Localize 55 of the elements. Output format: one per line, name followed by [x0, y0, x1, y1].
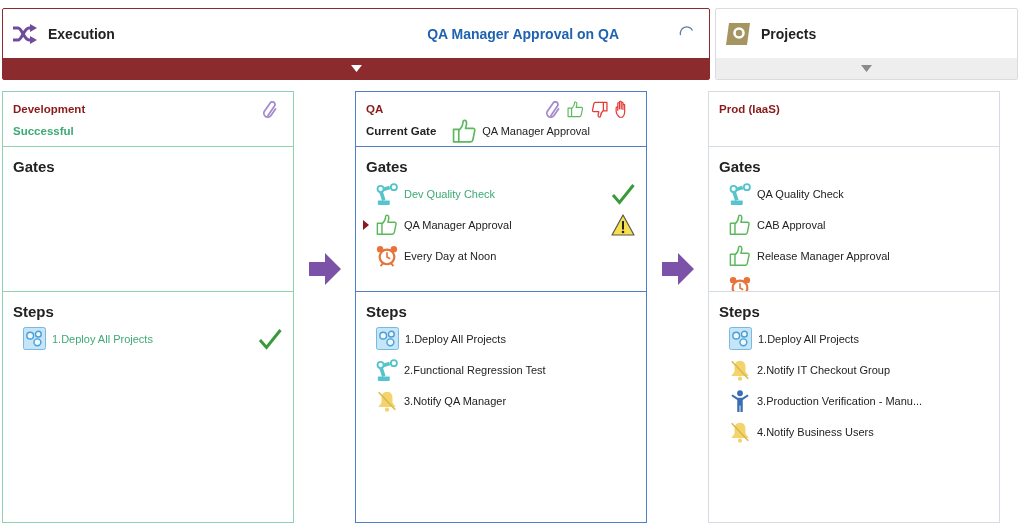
tab-title: Execution — [48, 25, 115, 42]
arrow-icon — [308, 253, 341, 285]
circles-tile-icon — [23, 327, 46, 350]
step-label[interactable]: 3.Notify QA Manager — [404, 394, 507, 407]
robot-arm-icon — [376, 358, 398, 381]
section-heading: Steps — [719, 302, 760, 322]
thumbs-up-icon — [452, 118, 478, 144]
thumbs-down-icon[interactable] — [591, 100, 608, 118]
stage-name: QA — [366, 103, 384, 115]
caret-icon — [861, 65, 872, 72]
stage-name: Prod (IaaS) — [719, 103, 780, 115]
gate-label[interactable]: QA Manager Approval — [404, 218, 512, 231]
section-heading: Steps — [366, 302, 407, 322]
paperclip-icon[interactable] — [546, 100, 560, 118]
muted-bell-icon — [729, 420, 751, 443]
section-heading: Gates — [366, 157, 408, 177]
gate-label[interactable]: CAB Approval — [757, 218, 826, 231]
section-heading: Gates — [719, 157, 761, 177]
robot-arm-icon — [729, 182, 751, 205]
circles-tile-icon — [376, 327, 399, 350]
robot-arm-icon — [376, 182, 398, 205]
tab-panel[interactable]: Execution QA Manager Approval on QA — [2, 8, 710, 80]
person-icon — [729, 389, 751, 412]
caret-icon — [350, 65, 362, 72]
thumbs-up-icon — [376, 213, 398, 236]
stage-name: Development — [13, 103, 86, 115]
thumbs-up-icon[interactable] — [567, 100, 584, 118]
tab-title: Projects — [761, 25, 817, 42]
section-heading: Steps — [13, 302, 54, 322]
stage-status: Successful — [13, 125, 74, 137]
step-label[interactable]: 3.Production Verification - Manu... — [757, 394, 923, 407]
alarm-clock-icon — [729, 275, 751, 291]
gate-label[interactable]: QA Quality Check — [757, 187, 844, 200]
gate-label[interactable]: Release Manager Approval — [757, 249, 890, 262]
gate-label[interactable]: Every Day at Noon — [404, 249, 497, 262]
current-gate-name: QA Manager Approval — [482, 125, 590, 137]
step-label[interactable]: 2.Functional Regression Test — [404, 363, 546, 376]
paperclip-icon[interactable] — [263, 100, 277, 118]
step-label[interactable]: 1.Deploy All Projects — [405, 332, 506, 345]
muted-bell-icon — [376, 389, 398, 412]
step-label[interactable]: 4.Notify Business Users — [757, 425, 874, 438]
shuffle-icon — [13, 23, 37, 44]
thumbs-up-icon — [729, 213, 751, 236]
circles-tile-icon — [729, 327, 752, 350]
arrow-icon — [661, 253, 694, 285]
step-label[interactable]: 2.Notify IT Checkout Group — [757, 363, 891, 376]
muted-bell-icon — [729, 358, 751, 381]
thumbs-up-icon — [729, 244, 751, 267]
tab-panel[interactable]: Projects — [715, 8, 1018, 80]
current-gate-label: Current Gate — [366, 125, 437, 137]
alarm-clock-icon — [376, 244, 398, 267]
step-label[interactable]: 1.Deploy All Projects — [758, 332, 859, 345]
tile-icon — [726, 22, 750, 45]
section-heading: Gates — [13, 157, 55, 177]
status-text: QA Manager Approval on QA — [427, 25, 619, 42]
